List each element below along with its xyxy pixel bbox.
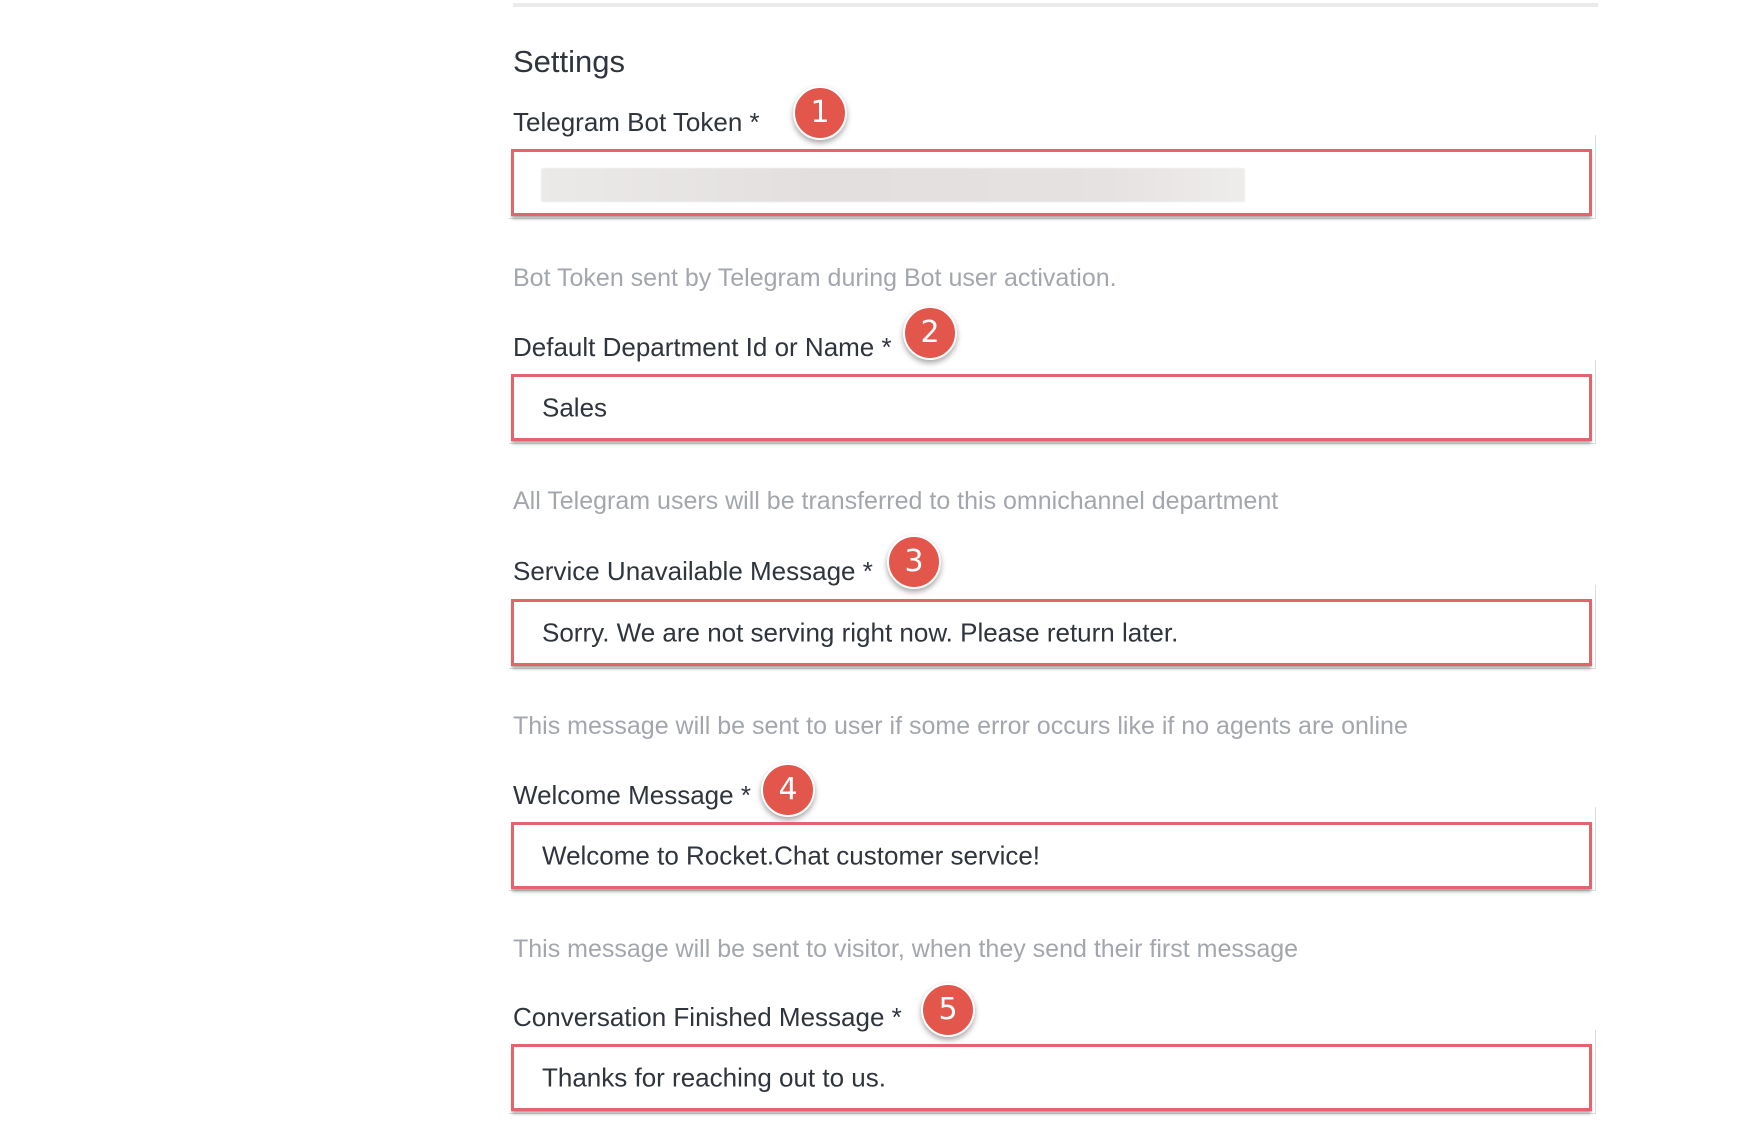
default-department-label: Default Department Id or Name * bbox=[513, 332, 892, 362]
step-badge-1: 1 bbox=[793, 86, 847, 140]
conversation-finished-value: Thanks for reaching out to us. bbox=[542, 1062, 886, 1092]
step-badge-2: 2 bbox=[903, 306, 957, 360]
step-badge-5: 5 bbox=[921, 983, 975, 1037]
welcome-message-hint: This message will be sent to visitor, wh… bbox=[513, 935, 1299, 963]
bot-token-label: Telegram Bot Token * bbox=[513, 107, 760, 137]
service-unavailable-label: Service Unavailable Message * bbox=[513, 556, 873, 586]
conversation-finished-label: Conversation Finished Message * bbox=[513, 1002, 902, 1032]
step-badge-3: 3 bbox=[887, 535, 941, 589]
service-unavailable-hint: This message will be sent to user if som… bbox=[513, 712, 1408, 740]
section-divider bbox=[513, 3, 1598, 7]
redacted-token-value bbox=[541, 168, 1245, 202]
welcome-message-input[interactable]: Welcome to Rocket.Chat customer service! bbox=[511, 822, 1592, 889]
bot-token-input[interactable] bbox=[511, 149, 1592, 216]
section-title: Settings bbox=[513, 44, 626, 79]
service-unavailable-value: Sorry. We are not serving right now. Ple… bbox=[542, 617, 1179, 647]
default-department-hint: All Telegram users will be transferred t… bbox=[513, 487, 1279, 515]
default-department-value: Sales bbox=[542, 392, 608, 422]
welcome-message-value: Welcome to Rocket.Chat customer service! bbox=[542, 840, 1041, 870]
conversation-finished-input[interactable]: Thanks for reaching out to us. bbox=[511, 1044, 1592, 1111]
default-department-input[interactable]: Sales bbox=[511, 374, 1592, 441]
service-unavailable-input[interactable]: Sorry. We are not serving right now. Ple… bbox=[511, 599, 1592, 666]
bot-token-hint: Bot Token sent by Telegram during Bot us… bbox=[513, 264, 1117, 292]
